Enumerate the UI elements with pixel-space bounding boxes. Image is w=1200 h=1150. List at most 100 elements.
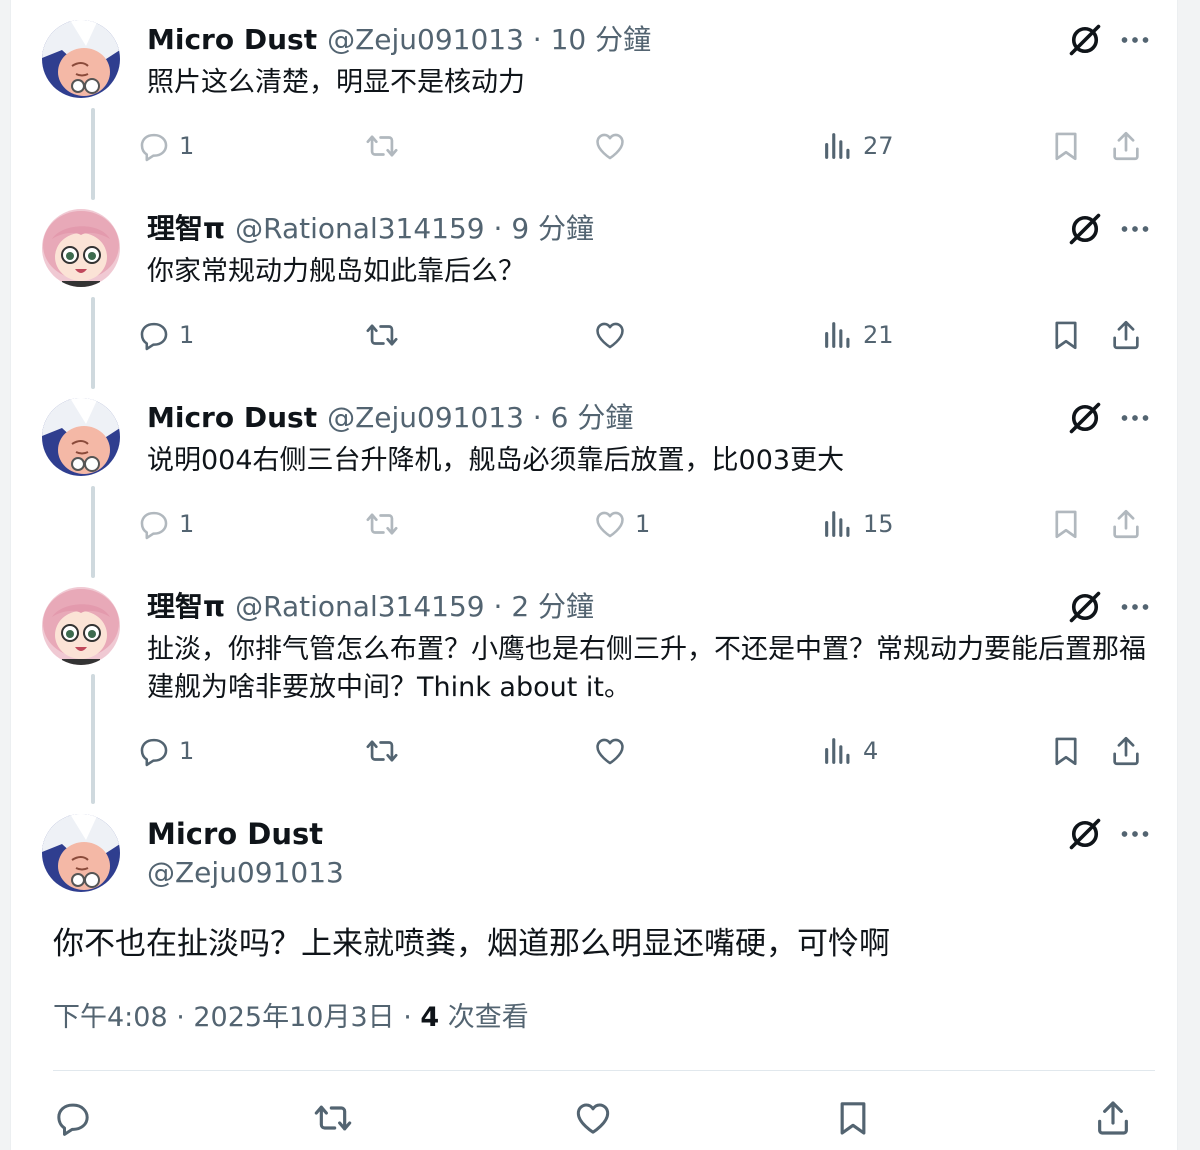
share-button[interactable] — [1109, 315, 1143, 355]
bookmark-button[interactable] — [1049, 315, 1083, 355]
reply-button[interactable]: 1 — [137, 315, 194, 355]
heart-icon[interactable] — [573, 1098, 613, 1138]
reply-button[interactable]: 1 — [137, 126, 194, 166]
reply-header: 理智π @Rational314159 · 9 分鐘 — [147, 209, 594, 249]
retweet-button[interactable] — [365, 731, 399, 771]
retweet-icon — [365, 129, 399, 163]
views-button[interactable]: 21 — [821, 315, 894, 355]
bookmark-icon — [1049, 129, 1083, 163]
retweet-button[interactable] — [365, 504, 399, 544]
bookmark-button[interactable] — [1049, 731, 1083, 771]
more-icon[interactable] — [1117, 589, 1153, 625]
author-meta[interactable]: @Zeju091013 · 10 分鐘 — [327, 20, 651, 60]
author-name[interactable]: Micro Dust — [147, 398, 317, 438]
views-count: 27 — [863, 132, 894, 160]
reply-count: 1 — [179, 321, 195, 349]
share-button[interactable] — [1109, 504, 1143, 544]
retweet-button[interactable] — [365, 126, 399, 166]
main-post-text: 你不也在扯淡吗？上来就喷粪，烟道那么明显还嘴硬，可怜啊 — [53, 926, 890, 962]
bookmark-button[interactable] — [1049, 126, 1083, 166]
reply-header: 理智π @Rational314159 · 2 分鐘 — [147, 587, 594, 627]
author-name[interactable]: 理智π — [147, 587, 225, 627]
views-button[interactable]: 4 — [821, 731, 878, 771]
thread-connector — [91, 297, 95, 389]
share-icon — [1109, 734, 1143, 768]
author-meta[interactable]: @Zeju091013 · 6 分鐘 — [327, 398, 633, 438]
like-button[interactable] — [593, 126, 627, 166]
views-button[interactable]: 15 — [821, 504, 894, 544]
like-button[interactable] — [593, 731, 627, 771]
grok-icon[interactable] — [1067, 211, 1103, 247]
views-icon — [821, 129, 855, 163]
grok-icon[interactable] — [1067, 816, 1103, 852]
grok-icon[interactable] — [1067, 589, 1103, 625]
views-button[interactable]: 27 — [821, 126, 894, 166]
share-icon — [1109, 129, 1143, 163]
reply-icon — [137, 318, 171, 352]
heart-icon — [593, 318, 627, 352]
more-icon[interactable] — [1117, 22, 1153, 58]
reply-button[interactable]: 1 — [137, 731, 194, 771]
share-icon — [1109, 507, 1143, 541]
reply-icon — [137, 734, 171, 768]
share-icon — [1109, 318, 1143, 352]
reply-count: 1 — [179, 132, 195, 160]
grok-icon[interactable] — [1067, 22, 1103, 58]
reply-icon — [137, 129, 171, 163]
retweet-icon — [365, 318, 399, 352]
grok-icon[interactable] — [1067, 400, 1103, 436]
bookmark-icon — [1049, 734, 1083, 768]
bookmark-icon — [1049, 318, 1083, 352]
conversation-card: Micro Dust @Zeju091013 · 10 分鐘 照片这么清楚，明显… — [10, 0, 1178, 1150]
main-author-handle[interactable]: @Zeju091013 — [147, 853, 344, 893]
views-count: 15 — [863, 510, 894, 538]
more-icon[interactable] — [1117, 211, 1153, 247]
share-button[interactable] — [1109, 126, 1143, 166]
like-button[interactable]: 1 — [593, 504, 650, 544]
thread-connector — [91, 486, 95, 578]
reply-text: 扯淡，你排气管怎么布置？小鹰也是右侧三升，不还是中置？常规动力要能后置那福建舰为… — [147, 634, 1146, 703]
views-icon — [821, 734, 855, 768]
thread-connector — [91, 108, 95, 200]
reply-text: 你家常规动力舰岛如此靠后么？ — [147, 256, 525, 287]
share-icon[interactable] — [1093, 1098, 1133, 1138]
views-count: 4 — [420, 1002, 440, 1033]
post-timestamp: 下午4:08 · 2025年10月3日 · 4 次查看 — [53, 998, 529, 1038]
reply-count: 1 — [179, 737, 195, 765]
share-button[interactable] — [1109, 731, 1143, 771]
bookmark-icon[interactable] — [833, 1098, 873, 1138]
reply-icon — [137, 507, 171, 541]
retweet-icon[interactable] — [313, 1098, 353, 1138]
retweet-icon — [365, 734, 399, 768]
avatar[interactable] — [42, 398, 120, 476]
main-author-name[interactable]: Micro Dust — [147, 814, 323, 854]
reply-text: 照片这么清楚，明显不是核动力 — [147, 67, 525, 98]
reply-icon[interactable] — [53, 1098, 93, 1138]
author-name[interactable]: 理智π — [147, 209, 225, 249]
author-meta[interactable]: @Rational314159 · 2 分鐘 — [235, 587, 594, 627]
reply-header: Micro Dust @Zeju091013 · 10 分鐘 — [147, 20, 651, 60]
reply-button[interactable]: 1 — [137, 504, 194, 544]
more-icon[interactable] — [1117, 816, 1153, 852]
more-icon[interactable] — [1117, 400, 1153, 436]
views-label: 次查看 — [439, 1002, 529, 1033]
heart-icon — [593, 129, 627, 163]
avatar[interactable] — [42, 587, 120, 665]
retweet-button[interactable] — [365, 315, 399, 355]
avatar[interactable] — [42, 20, 120, 98]
post-time[interactable]: 下午4:08 · 2025年10月3日 · — [53, 1002, 420, 1033]
bookmark-button[interactable] — [1049, 504, 1083, 544]
thread-connector — [91, 674, 95, 804]
divider — [53, 1070, 1155, 1071]
like-button[interactable] — [593, 315, 627, 355]
retweet-icon — [365, 507, 399, 541]
author-meta[interactable]: @Rational314159 · 9 分鐘 — [235, 209, 594, 249]
views-count: 21 — [863, 321, 894, 349]
views-count: 4 — [863, 737, 879, 765]
bookmark-icon — [1049, 507, 1083, 541]
heart-icon — [593, 507, 627, 541]
heart-icon — [593, 734, 627, 768]
avatar[interactable] — [42, 814, 120, 892]
author-name[interactable]: Micro Dust — [147, 20, 317, 60]
avatar[interactable] — [42, 209, 120, 287]
